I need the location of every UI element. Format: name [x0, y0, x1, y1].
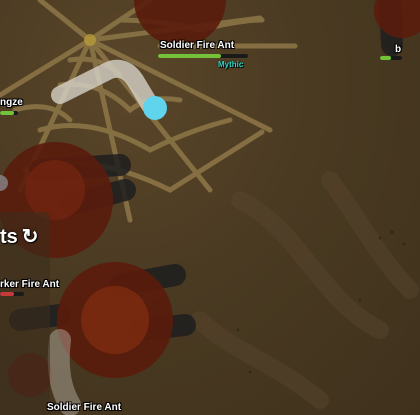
health-fill — [0, 292, 15, 296]
player-flower[interactable] — [143, 96, 167, 120]
health-fill — [380, 56, 391, 60]
pollen-item — [84, 34, 96, 46]
player-layer — [0, 34, 167, 415]
ghost-trail — [47, 329, 81, 415]
health-fill — [158, 54, 221, 58]
game-scene[interactable]: Soldier Fire Ant Mythic ngze b ts ↻ rker … — [0, 0, 420, 415]
soldier-ant-health-bar — [158, 54, 248, 58]
rarity-label: Mythic — [218, 60, 244, 69]
player-trail — [51, 59, 159, 114]
petal-fragment — [0, 175, 8, 191]
worker-ant-label: rker Fire Ant — [0, 279, 60, 290]
right-entity-label: b — [395, 44, 402, 55]
panel-title-text: ts — [0, 226, 18, 248]
right-entity-health-bar — [380, 56, 402, 60]
refresh-icon[interactable]: ↻ — [22, 226, 39, 248]
panel-title: ts ↻ — [0, 224, 39, 249]
bronze-health-bar — [0, 111, 18, 115]
health-fill — [0, 111, 15, 115]
soldier-ant-bottom-label: Soldier Fire Ant — [47, 402, 122, 413]
bronze-label: ngze — [0, 97, 23, 108]
worker-ant-health-bar — [0, 292, 24, 296]
soldier-ant-label: Soldier Fire Ant — [160, 40, 235, 51]
